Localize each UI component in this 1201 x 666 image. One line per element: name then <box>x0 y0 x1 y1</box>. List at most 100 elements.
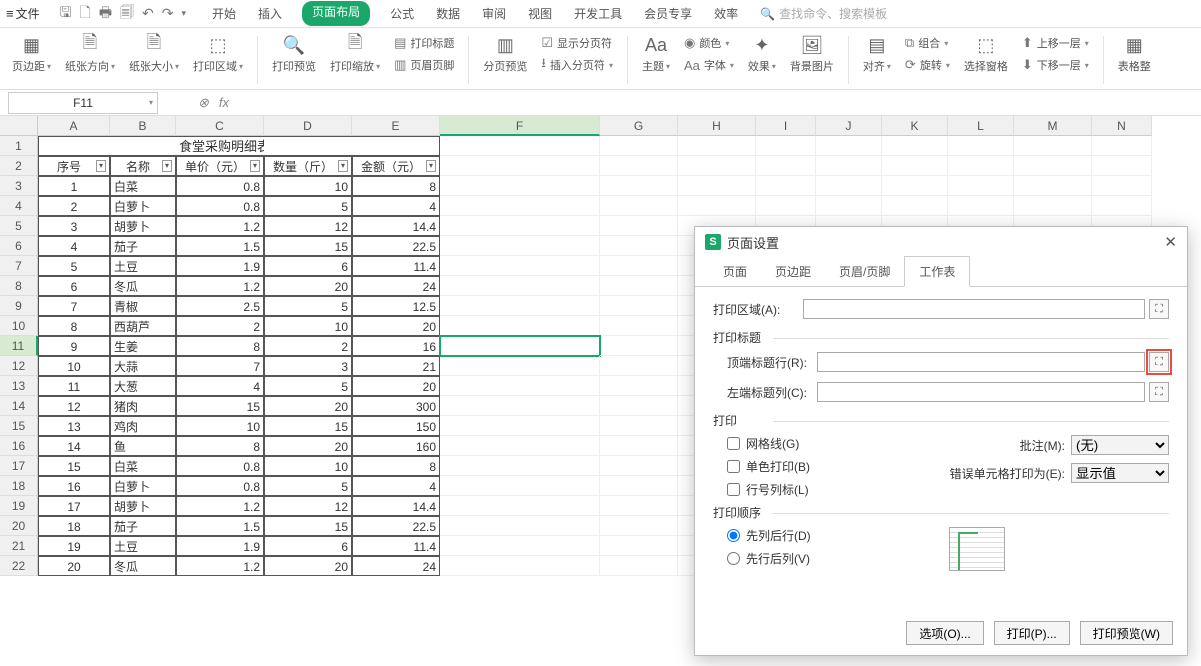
cell[interactable]: 15 <box>176 396 264 416</box>
cell[interactable]: 2 <box>264 336 352 356</box>
cell[interactable] <box>1092 156 1152 176</box>
name-box[interactable]: F11 ▾ <box>8 92 158 114</box>
cell[interactable]: 8 <box>176 336 264 356</box>
cell[interactable] <box>678 156 756 176</box>
color-button[interactable]: ◉颜色▾ <box>684 34 734 52</box>
tab-formula[interactable]: 公式 <box>388 1 416 26</box>
align-button[interactable]: ▤对齐▾ <box>859 32 895 90</box>
cell[interactable]: 20 <box>352 316 440 336</box>
cell[interactable] <box>600 396 678 416</box>
filter-icon[interactable]: ▾ <box>96 160 106 172</box>
filter-icon[interactable]: ▾ <box>426 160 436 172</box>
cell[interactable]: 14.4 <box>352 216 440 236</box>
row-header[interactable]: 20 <box>0 516 38 536</box>
tab-dev[interactable]: 开发工具 <box>572 1 624 26</box>
cell[interactable]: 冬瓜 <box>110 556 176 576</box>
cell[interactable]: 生姜 <box>110 336 176 356</box>
header-footer-button[interactable]: ▥页眉页脚 <box>394 56 454 74</box>
cell[interactable]: 9 <box>38 336 110 356</box>
cell[interactable] <box>882 156 948 176</box>
cell[interactable] <box>440 216 600 236</box>
cell[interactable]: 14.4 <box>352 496 440 516</box>
cell[interactable]: 3 <box>264 356 352 376</box>
cell[interactable]: 10 <box>38 356 110 376</box>
cell[interactable] <box>110 136 176 156</box>
top-title-rows-input[interactable] <box>817 352 1145 372</box>
cell[interactable] <box>756 176 816 196</box>
row-header[interactable]: 22 <box>0 556 38 576</box>
cell[interactable]: 0.8 <box>176 176 264 196</box>
cell[interactable]: 0.8 <box>176 196 264 216</box>
column-header-H[interactable]: H <box>678 116 756 136</box>
cell[interactable] <box>440 416 600 436</box>
column-header-F[interactable]: F <box>440 116 600 136</box>
print-area-input[interactable] <box>803 299 1145 319</box>
margins-button[interactable]: ▦页边距▾ <box>8 32 55 90</box>
cell[interactable] <box>948 156 1014 176</box>
row-header[interactable]: 18 <box>0 476 38 496</box>
cell[interactable]: 11 <box>38 376 110 396</box>
cell[interactable]: 5 <box>38 256 110 276</box>
cell[interactable] <box>948 176 1014 196</box>
column-header-D[interactable]: D <box>264 116 352 136</box>
cell[interactable]: 白菜 <box>110 176 176 196</box>
cell[interactable]: 10 <box>264 316 352 336</box>
cell[interactable] <box>440 276 600 296</box>
tab-page-layout[interactable]: 页面布局 <box>302 1 370 26</box>
cell[interactable]: 名称▾ <box>110 156 176 176</box>
column-header-M[interactable]: M <box>1014 116 1092 136</box>
dialog-titlebar[interactable]: S 页面设置 ✕ <box>695 227 1187 257</box>
send-backward-button[interactable]: ⬇下移一层▾ <box>1022 56 1089 74</box>
row-header[interactable]: 2 <box>0 156 38 176</box>
tab-efficiency[interactable]: 效率 <box>712 1 740 26</box>
cell[interactable] <box>600 416 678 436</box>
cell[interactable] <box>1092 196 1152 216</box>
cell[interactable] <box>756 196 816 216</box>
cell[interactable]: 4 <box>38 236 110 256</box>
tab-member[interactable]: 会员专享 <box>642 1 694 26</box>
cell[interactable] <box>600 236 678 256</box>
cell[interactable]: 土豆 <box>110 256 176 276</box>
cell[interactable] <box>600 296 678 316</box>
cell[interactable]: 10 <box>176 416 264 436</box>
gridlines-checkbox[interactable] <box>727 437 740 450</box>
page-break-preview-button[interactable]: ▥分页预览 <box>479 32 531 90</box>
cell[interactable] <box>882 196 948 216</box>
dlg-tab-page[interactable]: 页面 <box>709 257 761 286</box>
cell[interactable]: 11.4 <box>352 256 440 276</box>
row-header[interactable]: 12 <box>0 356 38 376</box>
cell[interactable]: 11.4 <box>352 536 440 556</box>
cell[interactable]: 7 <box>176 356 264 376</box>
filter-icon[interactable]: ▾ <box>162 160 172 172</box>
row-header[interactable]: 6 <box>0 236 38 256</box>
cell[interactable]: 序号▾ <box>38 156 110 176</box>
comments-select[interactable]: (无) <box>1071 435 1169 455</box>
bg-image-button[interactable]: 🖼背景图片 <box>786 32 838 90</box>
dlg-tab-header-footer[interactable]: 页眉/页脚 <box>825 257 904 286</box>
filter-icon[interactable]: ▾ <box>250 160 260 172</box>
cell[interactable]: 16 <box>352 336 440 356</box>
qat-dropdown-icon[interactable]: ▾ <box>182 8 187 19</box>
cell[interactable] <box>600 256 678 276</box>
cell[interactable]: 12.5 <box>352 296 440 316</box>
cell[interactable]: 食堂采购明细表 <box>176 136 264 156</box>
cell[interactable]: 5 <box>264 476 352 496</box>
cell[interactable]: 5 <box>264 296 352 316</box>
cell[interactable]: 15 <box>264 416 352 436</box>
print-button[interactable]: 打印(P)... <box>994 621 1070 645</box>
cell[interactable]: 胡萝卜 <box>110 216 176 236</box>
cell[interactable]: 青椒 <box>110 296 176 316</box>
cell[interactable]: 15 <box>38 456 110 476</box>
cell[interactable] <box>600 456 678 476</box>
cell[interactable] <box>440 556 600 576</box>
cell[interactable]: 4 <box>176 376 264 396</box>
cell[interactable]: 20 <box>264 556 352 576</box>
cell[interactable]: 24 <box>352 276 440 296</box>
cell[interactable]: 5 <box>264 376 352 396</box>
cell[interactable]: 22.5 <box>352 516 440 536</box>
cell[interactable]: 胡萝卜 <box>110 496 176 516</box>
cell[interactable]: 1 <box>38 176 110 196</box>
cell[interactable] <box>600 136 678 156</box>
cell[interactable]: 10 <box>264 176 352 196</box>
row-header[interactable]: 8 <box>0 276 38 296</box>
